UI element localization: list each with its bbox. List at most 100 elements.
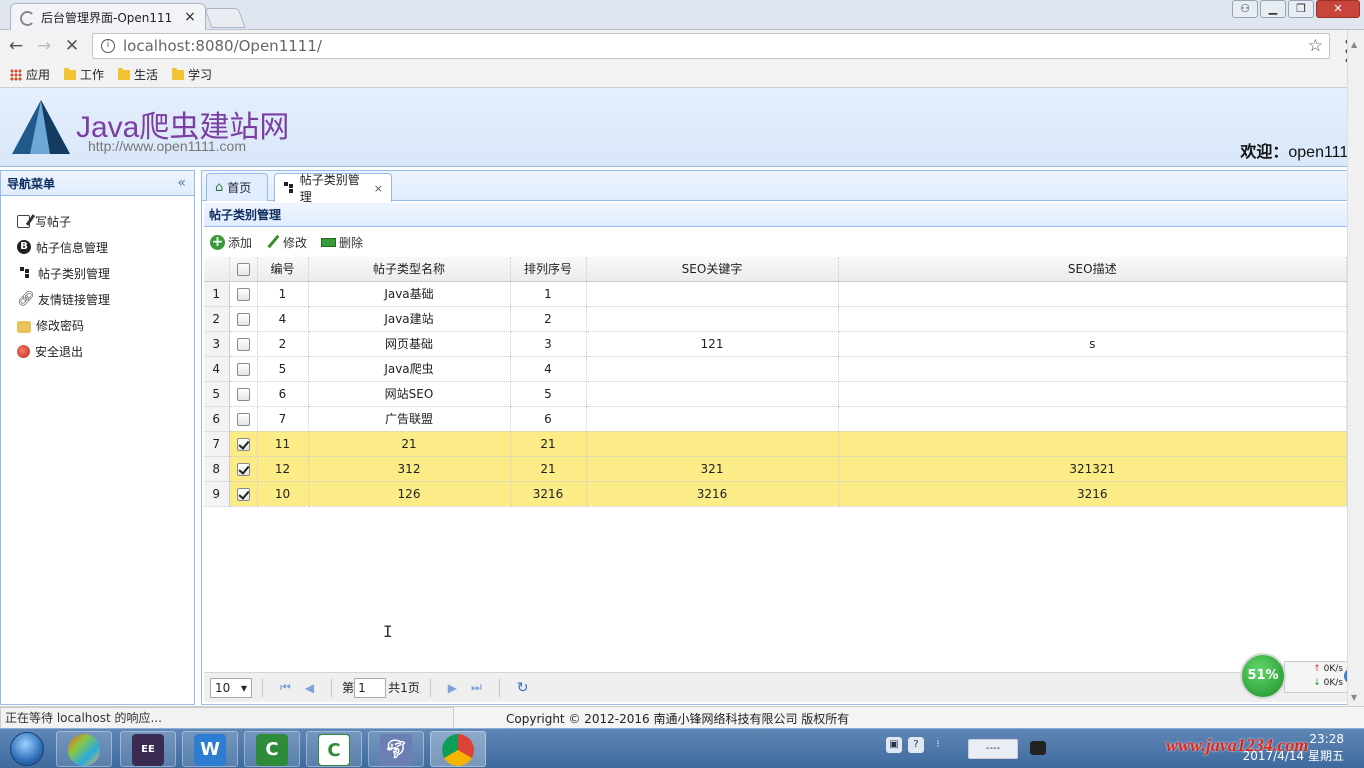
taskbar-app-chrome[interactable] [430,731,486,767]
close-window-icon[interactable]: ✕ [1316,0,1360,18]
cell-id: 10 [257,481,309,507]
row-checkbox[interactable] [236,412,250,426]
tab-home[interactable]: ⌂ 首页 [206,173,268,201]
bookmark-study[interactable]: 学习 [172,66,212,83]
cell-seo-keyword: 121 [586,331,839,357]
row-checkbox[interactable] [236,437,250,451]
tree-icon [283,181,295,195]
forward-arrow-icon[interactable]: → [32,36,56,56]
taskbar-app-1[interactable] [56,731,112,767]
sidebar-item-change-password[interactable]: 修改密码 [17,312,194,338]
row-checkbox[interactable] [236,387,250,401]
row-checkbox[interactable] [236,462,250,476]
cell-name: 21 [308,431,511,457]
column-header-seo-description[interactable]: SEO描述 [838,257,1347,282]
row-number: 6 [204,406,230,432]
last-page-icon[interactable]: ⏭ [471,680,482,695]
row-checkbox[interactable] [236,312,250,326]
prev-page-icon[interactable]: ◀ [305,681,314,695]
row-checkbox[interactable] [236,487,250,501]
refresh-icon[interactable]: ↻ [517,680,529,696]
tray-expand-icon[interactable]: ⁝ [930,737,946,753]
page-total: 共1页 [388,681,420,695]
tabs-bar: ⌂ 首页 帖子类别管理 × [202,171,1362,204]
bookmark-star-icon[interactable]: ☆ [1308,36,1323,56]
column-header-name[interactable]: 帖子类型名称 [308,257,511,282]
taskbar-app-dolphin[interactable]: 🐬︎ [368,731,424,767]
table-row[interactable]: 5 6 网站SEO 5 [204,381,1347,407]
camtasia-icon: C [256,734,288,766]
table-row[interactable]: 6 7 广告联盟 6 [204,406,1347,432]
help-icon[interactable]: ? [908,737,924,753]
back-arrow-icon[interactable]: ← [4,36,28,56]
sidebar-item-logout[interactable]: 安全退出 [17,338,194,364]
bookmark-work[interactable]: 工作 [64,66,104,83]
user-icon[interactable]: ⚇ [1232,0,1258,18]
power-plug-icon[interactable] [1030,741,1046,755]
page-number-input[interactable]: 1 [354,677,387,698]
table-row[interactable]: 9 10 126 3216 3216 3216 [204,481,1347,507]
sidebar-item-write-post[interactable]: 写帖子 [17,208,194,234]
camtasia-recorder-icon: C [318,734,350,766]
table-row[interactable]: 8 12 312 21 321 321321 [204,456,1347,482]
restore-icon[interactable]: ❐ [1288,0,1314,18]
sidebar-item-link-management[interactable]: 🔗︎ 友情链接管理 [17,286,194,312]
site-info-icon[interactable]: i [101,39,115,53]
bookmark-life[interactable]: 生活 [118,66,158,83]
tab-category-management[interactable]: 帖子类别管理 × [274,173,392,204]
tray-app-icon[interactable]: ▣ [886,737,902,753]
url-input[interactable]: i localhost:8080/Open1111/ ☆ [92,33,1330,59]
row-checkbox[interactable] [236,287,250,301]
table-row[interactable]: 4 5 Java爬虫 4 [204,356,1347,382]
browser-tab[interactable]: 后台管理界面-Open111 × [10,3,206,30]
home-icon: ⌂ [215,180,224,195]
scroll-up-icon[interactable]: ▲ [1351,40,1357,49]
taskbar-app-wps[interactable]: W [182,731,238,767]
start-button[interactable] [2,729,52,768]
lock-icon [17,320,31,333]
new-tab-button[interactable] [204,8,246,28]
table-row[interactable]: 7 11 21 21 [204,431,1347,457]
bookmark-apps[interactable]: 应用 [10,66,50,83]
grid-toolbar: + 添加 修改 删除 [204,228,1360,256]
page-size-select[interactable]: 10 ▾ [210,677,252,698]
cell-name: 网站SEO [308,381,511,407]
battery-indicator[interactable]: ---- [968,739,1018,759]
delete-button[interactable]: 删除 [321,234,363,251]
scroll-down-icon[interactable]: ▼ [1351,693,1357,702]
column-header-id[interactable]: 编号 [257,257,309,282]
table-header-row: 编号 帖子类型名称 排列序号 SEO关键字 SEO描述 [204,257,1347,282]
column-header-seo-keyword[interactable]: SEO关键字 [586,257,839,282]
column-header-order[interactable]: 排列序号 [510,257,587,282]
add-button[interactable]: + 添加 [210,234,252,251]
first-page-icon[interactable]: ⏮ [280,680,291,695]
table-row[interactable]: 3 2 网页基础 3 121 s [204,331,1347,357]
tab-close-icon[interactable]: × [183,9,197,25]
select-all-checkbox[interactable] [236,262,250,276]
write-icon [17,214,30,228]
edit-button[interactable]: 修改 [266,234,307,251]
taskbar-app-camtasia-1[interactable]: C [244,731,300,767]
stop-loading-icon[interactable]: ✕ [60,36,84,56]
table-row[interactable]: 1 1 Java基础 1 [204,281,1347,307]
memory-usage-ball[interactable]: 51% [1240,653,1286,699]
page-scrollbar[interactable]: ▲ ▼ [1347,30,1364,706]
sidebar-item-category-management[interactable]: 帖子类别管理 [17,260,194,286]
tab-close-icon[interactable]: × [374,182,383,195]
table-row[interactable]: 2 4 Java建站 2 [204,306,1347,332]
row-number: 4 [204,356,230,382]
collapse-icon[interactable]: « [177,175,186,191]
cell-seo-keyword [586,431,839,457]
network-speed-widget[interactable]: ↑ 0K/s ↓ 0K/s 51% + [1240,653,1360,699]
minimize-icon[interactable]: ▁ [1260,0,1286,18]
row-checkbox[interactable] [236,337,250,351]
cell-order: 4 [510,356,587,382]
category-table: 编号 帖子类型名称 排列序号 SEO关键字 SEO描述 1 1 Java基础 1 2 4 J… [204,257,1347,507]
taskbar-app-eclipse[interactable]: EE [120,731,176,767]
row-checkbox[interactable] [236,362,250,376]
upload-arrow-icon: ↑ [1313,664,1321,674]
taskbar-app-camtasia-2[interactable]: C [306,731,362,767]
next-page-icon[interactable]: ▶ [448,681,457,695]
cell-seo-keyword: 3216 [586,481,839,507]
sidebar-item-post-management[interactable]: B 帖子信息管理 [17,234,194,260]
